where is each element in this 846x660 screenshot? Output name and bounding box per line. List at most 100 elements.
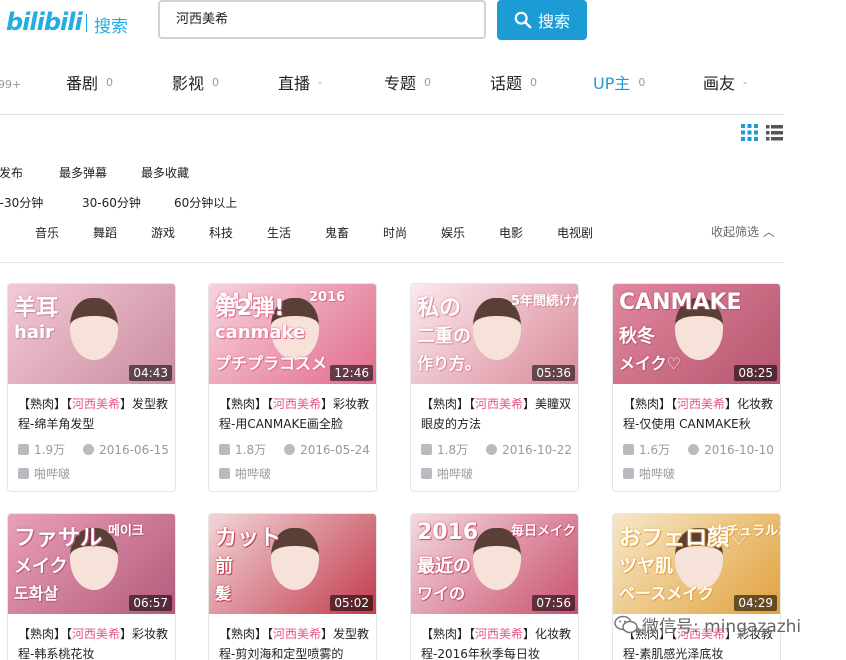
video-card[interactable]: ALL canmake プチプラコスメ 2016 第2弾! 12:46 【熟肉】【河西美希】… xyxy=(208,283,377,492)
logo-search-label: 搜索 xyxy=(94,17,128,37)
thumbnail-text: ツヤ肌 xyxy=(619,556,673,577)
title-keyword: 河西美希 xyxy=(677,397,726,411)
thumbnail-text: 2016 xyxy=(417,520,479,545)
search-type-tabs: 99+ 番剧 0 影视 0 直播 - 专题 0 话题 0 UP主 0 画友 - xyxy=(0,70,846,102)
filter-option[interactable]: 生活 xyxy=(267,224,291,241)
thumbnail-text: 메이크 xyxy=(108,524,144,539)
video-card[interactable]: おフェロ顔♡ツヤ肌ベースメイクナチュラルおはだ04:29【熟肉】【河西美希】彩妆… xyxy=(612,513,781,660)
filter-option[interactable]: 游戏 xyxy=(151,224,175,241)
video-duration: 04:29 xyxy=(734,595,777,611)
video-title[interactable]: 【熟肉】【河西美希】美瞳双眼皮的方法 xyxy=(421,394,573,434)
video-thumbnail[interactable]: ALL canmake プチプラコスメ 2016 第2弾! 12:46 xyxy=(209,284,376,384)
tab-2[interactable]: 影视 0 xyxy=(172,70,219,94)
view-count: 1.8万 xyxy=(235,443,267,457)
tab-3[interactable]: 直播 - xyxy=(278,70,322,94)
grid-view-icon[interactable] xyxy=(741,124,758,141)
thumbnail-text: 髪 xyxy=(215,584,232,603)
filter-option[interactable]: 音乐 xyxy=(35,224,59,241)
list-view-icon[interactable] xyxy=(766,124,783,141)
filter-option[interactable]: 0-30分钟 xyxy=(0,194,43,211)
uploader[interactable]: 啪哔啵 xyxy=(623,465,675,482)
filter-option[interactable]: 最多收藏 xyxy=(141,164,189,181)
video-card[interactable]: カット前髪 05:02 【熟肉】【河西美希】发型教程-剪刘海和定型喷雾的 xyxy=(208,513,377,660)
video-duration: 05:02 xyxy=(330,595,373,611)
view-switcher xyxy=(741,124,783,141)
title-keyword: 河西美希 xyxy=(475,627,524,641)
tabs-divider xyxy=(0,114,784,115)
search-input[interactable]: 河西美希 xyxy=(158,0,486,39)
video-title[interactable]: 【熟肉】【河西美希】发型教程-绵羊角发型 xyxy=(18,394,170,434)
video-title[interactable]: 【熟肉】【河西美希】发型教程-剪刘海和定型喷雾的 xyxy=(219,624,371,660)
wechat-icon xyxy=(614,615,638,633)
thumbnail-text: hair xyxy=(14,322,55,343)
video-card[interactable]: 2016 最近の ワイの 毎日メイク 07:56 【熟肉】【河西美希】化妆教程-2016年… xyxy=(410,513,579,660)
filter-divider xyxy=(0,262,784,263)
thumbnail-text: 二重の xyxy=(417,326,471,347)
uploader[interactable]: 啪哔啵 xyxy=(18,465,70,482)
uploader[interactable]: 啪哔啵 xyxy=(421,465,473,482)
upload-date: 2016-10-22 xyxy=(502,442,572,457)
title-prefix: 【熟肉】【 xyxy=(18,627,73,641)
video-thumbnail[interactable]: CANMAKE 秋冬 メイク♡ 08:25 xyxy=(613,284,780,384)
video-duration: 08:25 xyxy=(734,365,777,381)
filter-option[interactable]: 鬼畜 xyxy=(325,224,349,241)
tab-label: 话题 xyxy=(490,74,523,93)
filter-option[interactable]: 电影 xyxy=(499,224,523,241)
title-prefix: 【熟肉】【 xyxy=(18,397,73,411)
video-thumbnail[interactable]: カット前髪 05:02 xyxy=(209,514,376,614)
filter-option[interactable]: 发布 xyxy=(0,164,23,181)
tab-5[interactable]: 话题 0 xyxy=(490,70,537,94)
tab-label: 专题 xyxy=(384,74,417,93)
collapse-filter-button[interactable]: 收起筛选 ︿ xyxy=(711,223,775,240)
video-title[interactable]: 【熟肉】【河西美希】化妆教程-2016年秋季每日妆 xyxy=(421,624,573,660)
user-icon xyxy=(219,468,230,479)
video-thumbnail[interactable]: 羊耳 hair 04:43 xyxy=(8,284,175,384)
tab-count: 0 xyxy=(106,76,114,89)
tab-6[interactable]: UP主 0 xyxy=(593,70,645,94)
video-thumbnail[interactable]: 2016 最近の ワイの 毎日メイク 07:56 xyxy=(411,514,578,614)
video-card[interactable]: ファサル メイク 도화살 메이크 06:57 【熟肉】【河西美希】彩妆教程-韩系桃花妆 xyxy=(7,513,176,660)
filter-option[interactable]: 30-60分钟 xyxy=(82,194,141,211)
filter-option[interactable]: 电视剧 xyxy=(557,224,593,241)
wechat-watermark: 微信号: mingazazhi xyxy=(614,612,801,637)
search-button[interactable]: 搜索 xyxy=(497,0,587,40)
tab-count: 0 xyxy=(638,76,646,89)
thumbnail-text: 2016 xyxy=(309,290,346,305)
tab-7[interactable]: 画友 - xyxy=(703,70,747,94)
tab-count: - xyxy=(743,76,747,89)
tab-count: 0 xyxy=(212,76,220,89)
video-duration: 06:57 xyxy=(129,595,172,611)
video-card[interactable]: CANMAKE 秋冬 メイク♡ 08:25 【熟肉】【河西美希】化妆教程-仅使用 CAN… xyxy=(612,283,781,492)
tab-count: - xyxy=(318,76,322,89)
bilibili-logo[interactable]: bilibili xyxy=(6,8,83,36)
filter-option[interactable]: 时尚 xyxy=(383,224,407,241)
video-title[interactable]: 【熟肉】【河西美希】彩妆教程-用CANMAKE画全脸 xyxy=(219,394,371,434)
video-card[interactable]: 私の 二重の 作り方。 5年間続けた 05:36 【熟肉】【河西美希】美瞳双眼皮的方法 1.… xyxy=(410,283,579,492)
uploader[interactable]: 啪哔啵 xyxy=(219,465,271,482)
user-icon xyxy=(623,468,634,479)
video-thumbnail[interactable]: おフェロ顔♡ツヤ肌ベースメイクナチュラルおはだ04:29 xyxy=(613,514,780,614)
video-title[interactable]: 【熟肉】【河西美希】化妆教程-仅使用 CANMAKE秋 xyxy=(623,394,775,434)
thumbnail-text: CANMAKE xyxy=(619,290,742,315)
watermark-text: 微信号: mingazazhi xyxy=(642,617,802,637)
tab-4[interactable]: 专题 0 xyxy=(384,70,431,94)
thumbnail-text: 作り方。 xyxy=(417,354,482,373)
video-title[interactable]: 【熟肉】【河西美希】彩妆教程-韩系桃花妆 xyxy=(18,624,170,660)
filter-option[interactable]: 科技 xyxy=(209,224,233,241)
title-prefix: 【熟肉】【 xyxy=(421,397,476,411)
filter-option[interactable]: 舞蹈 xyxy=(93,224,117,241)
video-card[interactable]: 羊耳 hair 04:43 【熟肉】【河西美希】发型教程-绵羊角发型 1.9万 2016-… xyxy=(7,283,176,492)
tab-0[interactable]: 99+ xyxy=(0,76,21,95)
filter-option[interactable]: 最多弹幕 xyxy=(59,164,107,181)
play-count-icon xyxy=(219,444,230,455)
video-duration: 05:36 xyxy=(532,365,575,381)
video-thumbnail[interactable]: 私の 二重の 作り方。 5年間続けた 05:36 xyxy=(411,284,578,384)
tab-1[interactable]: 番剧 0 xyxy=(66,70,113,94)
filter-option[interactable]: 娱乐 xyxy=(441,224,465,241)
uploader-name: 啪哔啵 xyxy=(437,467,474,481)
tab-count: 0 xyxy=(424,76,432,89)
thumbnail-text: 第2弾! xyxy=(215,296,285,321)
thumbnail-text: プチプラコスメ xyxy=(215,354,328,373)
filter-option[interactable]: 60分钟以上 xyxy=(174,194,237,211)
video-thumbnail[interactable]: ファサル メイク 도화살 메이크 06:57 xyxy=(8,514,175,614)
